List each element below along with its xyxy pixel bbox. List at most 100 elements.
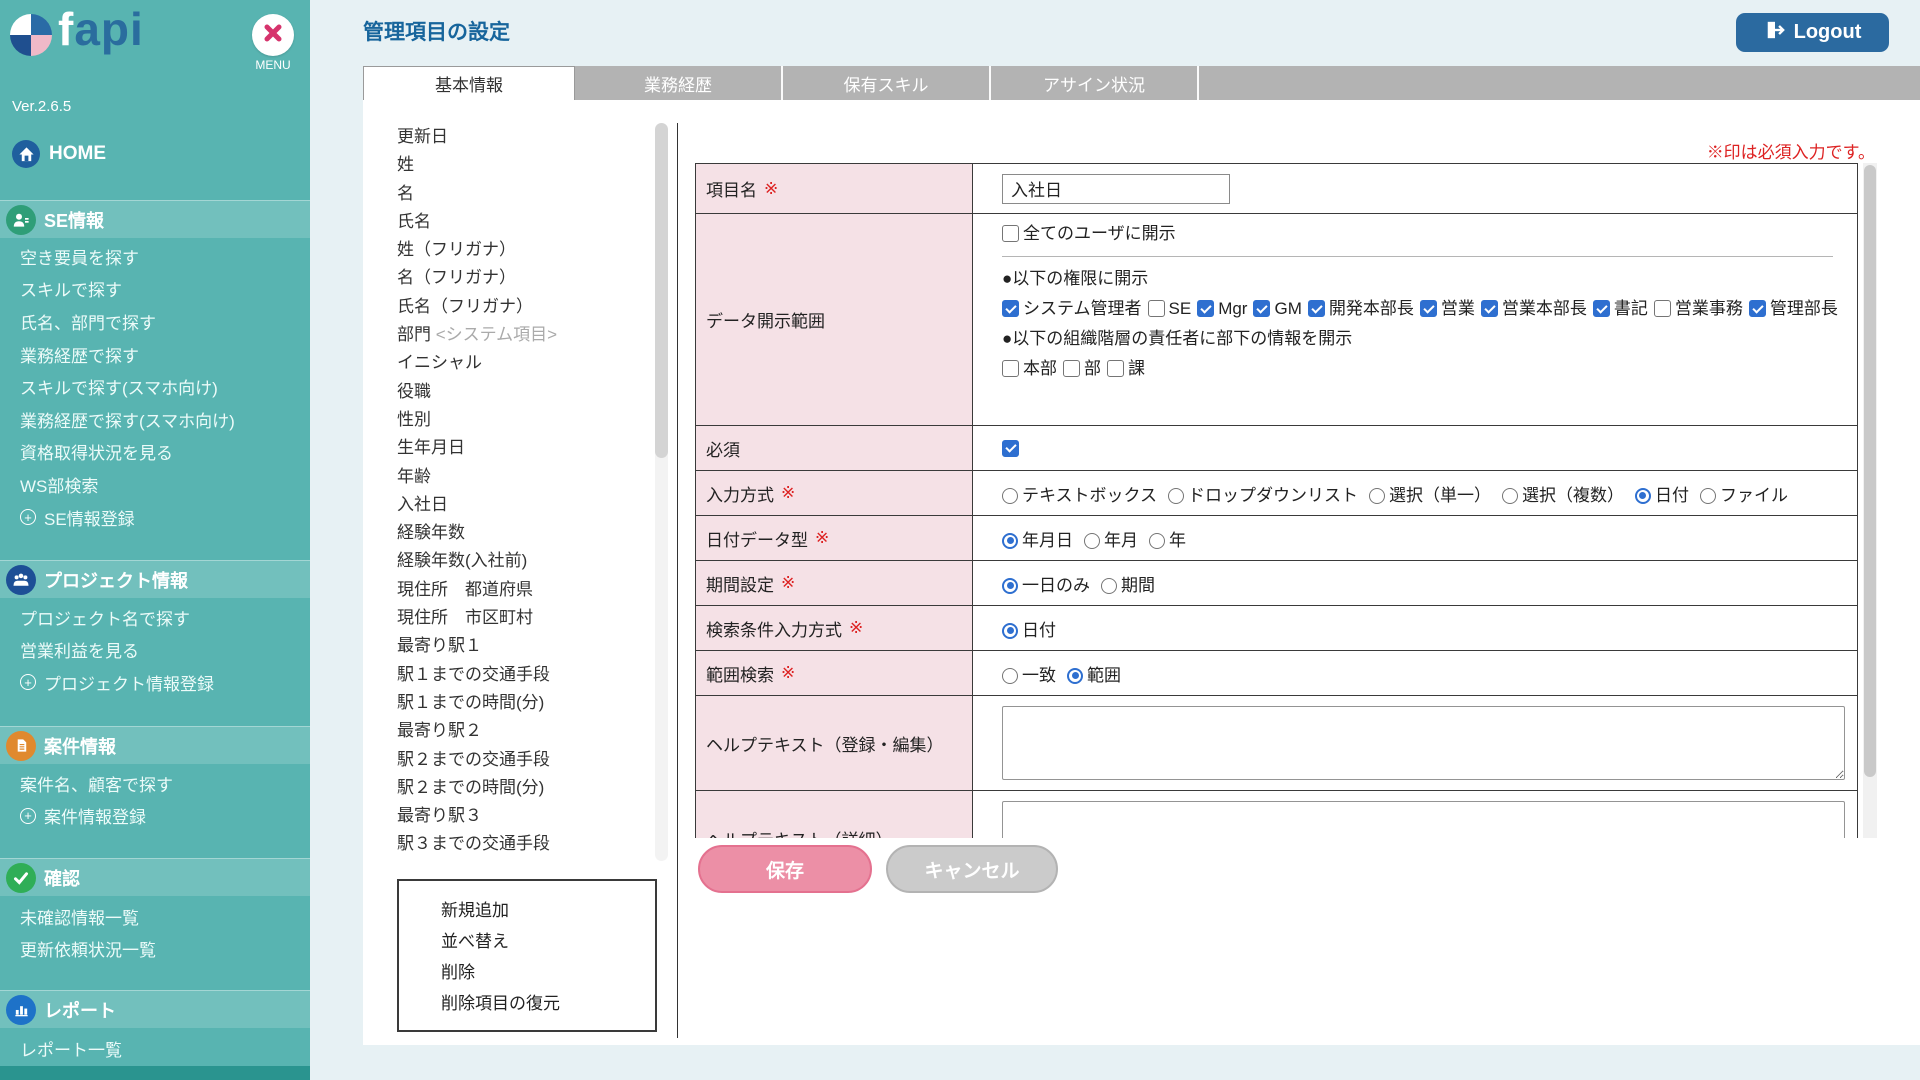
- logout-button[interactable]: Logout: [1736, 13, 1889, 52]
- field-list-item[interactable]: 生年月日: [397, 434, 649, 462]
- checkbox-unchecked[interactable]: [1063, 360, 1080, 377]
- org-level-option[interactable]: 課: [1107, 359, 1145, 378]
- sidebar-item[interactable]: レポート一覧: [20, 1032, 122, 1065]
- radio-option[interactable]: 日付: [1635, 481, 1689, 506]
- radio-option[interactable]: ドロップダウンリスト: [1168, 481, 1358, 506]
- sidebar-item[interactable]: プロジェクト名で探す: [20, 601, 214, 634]
- field-list-item[interactable]: 駅１までの交通手段: [397, 661, 649, 689]
- field-list-item[interactable]: 現住所 市区町村: [397, 604, 649, 632]
- field-list-item[interactable]: 氏名（フリガナ）: [397, 293, 649, 321]
- field-list-item[interactable]: 駅１までの時間(分): [397, 689, 649, 717]
- checkbox-unchecked[interactable]: [1002, 225, 1019, 242]
- permission-option[interactable]: 開発本部長: [1308, 299, 1414, 318]
- radio-unselected[interactable]: [1002, 488, 1018, 504]
- form-scrollbar-thumb[interactable]: [1864, 165, 1876, 777]
- permission-option[interactable]: SE: [1148, 299, 1192, 318]
- checkbox-checked[interactable]: [1197, 300, 1214, 317]
- field-list-item[interactable]: 駅３までの時間(分): [397, 859, 649, 861]
- permission-option[interactable]: Mgr: [1197, 299, 1247, 318]
- field-list-item[interactable]: 姓: [397, 151, 649, 179]
- radio-option[interactable]: 年月: [1084, 526, 1138, 551]
- radio-option[interactable]: 一致: [1002, 661, 1056, 686]
- field-list-item[interactable]: 役職: [397, 378, 649, 406]
- field-list-item[interactable]: 更新日: [397, 123, 649, 151]
- permission-option[interactable]: 営業: [1420, 299, 1475, 318]
- radio-option[interactable]: 年月日: [1002, 526, 1073, 551]
- checkbox-checked[interactable]: [1481, 300, 1498, 317]
- tab-inactive[interactable]: 業務経歴: [575, 66, 783, 100]
- sidebar-item[interactable]: +案件情報登録: [20, 800, 173, 833]
- checkbox-checked[interactable]: [1002, 440, 1019, 457]
- tab-active[interactable]: 基本情報: [363, 66, 575, 100]
- checkbox-unchecked[interactable]: [1107, 360, 1124, 377]
- help-detail-textarea[interactable]: [1002, 801, 1845, 838]
- save-button[interactable]: 保存: [698, 845, 872, 893]
- field-list-item[interactable]: 経験年数: [397, 519, 649, 547]
- sidebar-item[interactable]: 業務経歴で探す(スマホ向け): [20, 403, 235, 436]
- sidebar-section-group[interactable]: プロジェクト情報: [0, 560, 310, 598]
- sidebar-section-chart[interactable]: レポート: [0, 990, 310, 1028]
- radio-option[interactable]: ファイル: [1700, 481, 1788, 506]
- checkbox-checked[interactable]: [1308, 300, 1325, 317]
- field-list-item[interactable]: 現住所 都道府県: [397, 576, 649, 604]
- radio-selected[interactable]: [1635, 488, 1651, 504]
- radio-unselected[interactable]: [1502, 488, 1518, 504]
- radio-option[interactable]: 選択（単一）: [1369, 481, 1491, 506]
- field-list-item[interactable]: 名: [397, 180, 649, 208]
- radio-selected[interactable]: [1002, 623, 1018, 639]
- permission-option[interactable]: 書記: [1593, 299, 1648, 318]
- help-edit-textarea[interactable]: [1002, 706, 1845, 780]
- sidebar-item[interactable]: 資格取得状況を見る: [20, 436, 235, 469]
- org-level-option[interactable]: 部: [1063, 359, 1101, 378]
- sidebar-item[interactable]: 案件名、顧客で探す: [20, 767, 173, 800]
- radio-unselected[interactable]: [1101, 578, 1117, 594]
- sidebar-item[interactable]: 更新依頼状況一覧: [20, 933, 156, 966]
- field-list-item[interactable]: イニシャル: [397, 349, 649, 377]
- sidebar-item[interactable]: スキルで探す: [20, 273, 235, 306]
- radio-unselected[interactable]: [1369, 488, 1385, 504]
- radio-selected[interactable]: [1067, 668, 1083, 684]
- field-list-item[interactable]: 性別: [397, 406, 649, 434]
- action-item[interactable]: 削除: [441, 957, 655, 988]
- sidebar-item[interactable]: 業務経歴で探す: [20, 338, 235, 371]
- cancel-button[interactable]: キャンセル: [886, 845, 1058, 893]
- radio-option[interactable]: 一日のみ: [1002, 571, 1090, 596]
- sidebar-item[interactable]: +プロジェクト情報登録: [20, 666, 214, 699]
- permission-option[interactable]: GM: [1253, 299, 1301, 318]
- checkbox-checked[interactable]: [1420, 300, 1437, 317]
- all-users-option[interactable]: 全てのユーザに開示: [1002, 224, 1176, 243]
- field-list-item[interactable]: 駅２までの交通手段: [397, 746, 649, 774]
- sidebar-item[interactable]: 営業利益を見る: [20, 634, 214, 667]
- field-list-item[interactable]: 入社日: [397, 491, 649, 519]
- field-list-scrollbar-thumb[interactable]: [655, 123, 668, 458]
- checkbox-unchecked[interactable]: [1654, 300, 1671, 317]
- field-list-item[interactable]: 姓（フリガナ）: [397, 236, 649, 264]
- sidebar-section-check[interactable]: 確認: [0, 858, 310, 896]
- checkbox-checked[interactable]: [1253, 300, 1270, 317]
- radio-unselected[interactable]: [1002, 668, 1018, 684]
- action-item[interactable]: 新規追加: [441, 895, 655, 926]
- radio-unselected[interactable]: [1149, 533, 1165, 549]
- tab-inactive[interactable]: アサイン状況: [991, 66, 1199, 100]
- checkbox-checked[interactable]: [1749, 300, 1766, 317]
- radio-unselected[interactable]: [1084, 533, 1100, 549]
- action-item[interactable]: 削除項目の復元: [441, 988, 655, 1019]
- radio-option[interactable]: 年: [1149, 526, 1186, 551]
- permission-option[interactable]: 管理部長: [1749, 299, 1838, 318]
- sidebar-section-person[interactable]: SE情報: [0, 200, 310, 238]
- field-list-scrollbar[interactable]: [655, 123, 668, 861]
- field-list-item[interactable]: 年齢: [397, 463, 649, 491]
- menu-close-button[interactable]: [252, 14, 294, 56]
- action-item[interactable]: 並べ替え: [441, 926, 655, 957]
- permission-option[interactable]: 営業本部長: [1481, 299, 1587, 318]
- radio-unselected[interactable]: [1168, 488, 1184, 504]
- radio-selected[interactable]: [1002, 578, 1018, 594]
- field-list-item[interactable]: 最寄り駅１: [397, 632, 649, 660]
- sidebar-item[interactable]: 空き要員を探す: [20, 240, 235, 273]
- permission-option[interactable]: システム管理者: [1002, 299, 1142, 318]
- item-name-input[interactable]: [1002, 174, 1230, 204]
- sidebar-item[interactable]: スキルで探す(スマホ向け): [20, 370, 235, 403]
- field-list-item[interactable]: 部門 <システム項目>: [397, 321, 649, 349]
- form-scrollbar[interactable]: [1863, 163, 1877, 838]
- radio-unselected[interactable]: [1700, 488, 1716, 504]
